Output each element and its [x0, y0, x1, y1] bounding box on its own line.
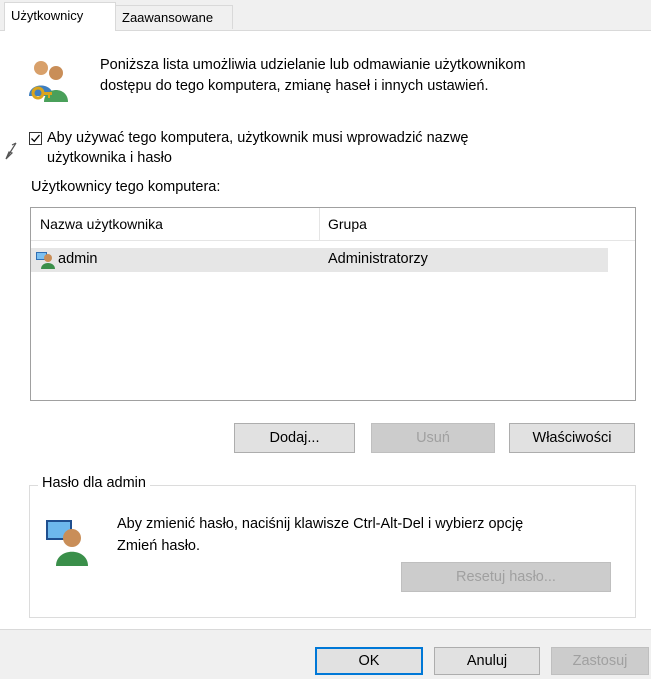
listview-header: Nazwa użytkownika Grupa [31, 208, 635, 241]
users-key-icon [24, 58, 72, 104]
tab-advanced-label: Zaawansowane [122, 10, 214, 25]
intro-text-line2: dostępu do tego komputera, zmianę haseł … [100, 78, 489, 94]
reset-password-button[interactable]: Resetuj hasło... [401, 562, 611, 592]
user-admin-icon [36, 251, 56, 269]
add-button[interactable]: Dodaj... [234, 423, 355, 453]
properties-button[interactable]: Właściwości [509, 423, 635, 453]
row-username: admin [58, 251, 98, 267]
column-separator[interactable] [319, 208, 320, 241]
column-header-group[interactable]: Grupa [328, 216, 367, 232]
require-password-label-line1: Aby używać tego komputera, użytkownik mu… [47, 130, 469, 146]
users-listview[interactable]: Nazwa użytkownika Grupa admin Administra… [30, 207, 636, 401]
tab-users[interactable]: Użytkownicy [4, 2, 116, 31]
tab-advanced[interactable]: Zaawansowane [115, 5, 233, 29]
row-group: Administratorzy [328, 251, 428, 267]
apply-button[interactable]: Zastosuj [551, 647, 649, 675]
column-header-username[interactable]: Nazwa użytkownika [40, 216, 163, 232]
password-instruction: Aby zmienić hasło, naciśnij klawisze Ctr… [117, 513, 627, 557]
user-icon [44, 516, 90, 566]
require-password-label[interactable]: Aby używać tego komputera, użytkownik mu… [47, 128, 607, 168]
table-row[interactable]: admin Administratorzy [31, 248, 608, 272]
tab-strip: Użytkownicy Zaawansowane [0, 0, 651, 31]
password-group-title: Hasło dla admin [38, 475, 150, 491]
cancel-button[interactable]: Anuluj [434, 647, 540, 675]
mouse-pointer-icon [3, 139, 19, 161]
intro-text: Poniższa lista umożliwia udzielanie lub … [100, 55, 640, 97]
require-password-label-line2: użytkownika i hasło [47, 150, 172, 166]
users-list-label: Użytkownicy tego komputera: [31, 179, 221, 195]
password-instruction-line2: Zmień hasło. [117, 538, 201, 554]
intro-text-line1: Poniższa lista umożliwia udzielanie lub … [100, 57, 526, 73]
checkmark-icon [31, 134, 41, 143]
tab-users-label: Użytkownicy [11, 8, 84, 23]
password-instruction-line1: Aby zmienić hasło, naciśnij klawisze Ctr… [117, 516, 524, 532]
tab-panel-users: Poniższa lista umożliwia udzielanie lub … [0, 30, 651, 630]
ok-button[interactable]: OK [315, 647, 423, 675]
remove-button[interactable]: Usuń [371, 423, 495, 453]
require-password-checkbox[interactable] [29, 132, 42, 145]
